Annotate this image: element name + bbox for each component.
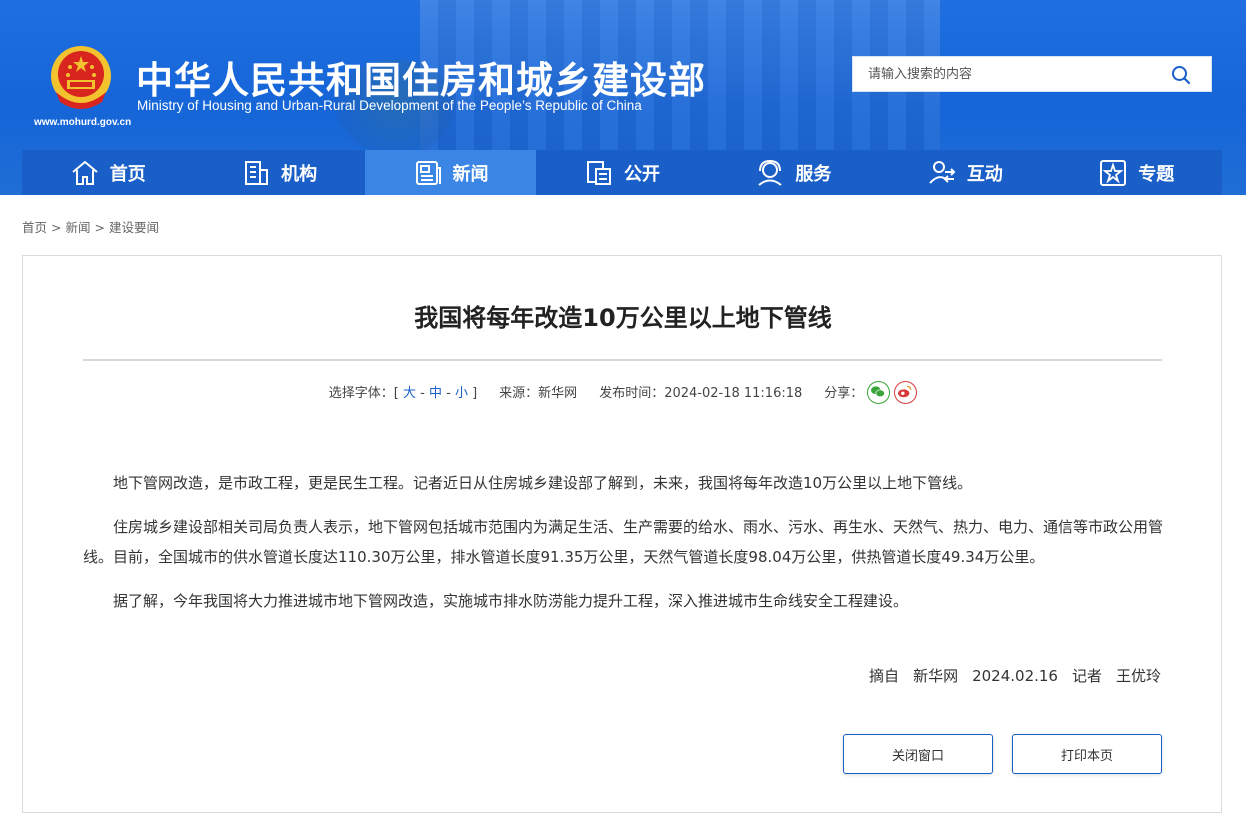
main-nav: 首页 机构 新闻 公开 服务 互动 专题 bbox=[22, 150, 1222, 195]
search-input[interactable] bbox=[853, 57, 1163, 91]
article-meta: 选择字体：[ 大 - 中 - 小 ] 来源：新华网 发布时间：2024-02-18 … bbox=[23, 381, 1223, 405]
article-source-line: 摘自 新华网 2024.02.16 记者 王优玲 bbox=[855, 665, 1161, 686]
nav-item-label: 互动 bbox=[966, 163, 1003, 185]
weibo-icon[interactable] bbox=[894, 381, 918, 404]
nav-item-interact[interactable]: 互动 bbox=[879, 150, 1050, 195]
nav-item-label: 新闻 bbox=[452, 163, 489, 185]
font-size-dash: - bbox=[420, 386, 425, 401]
building-icon bbox=[245, 160, 269, 185]
site-url: www.mohurd.gov.cn bbox=[34, 117, 132, 128]
wechat-icon[interactable] bbox=[867, 381, 891, 404]
article-publish-time: 发布时间：2024-02-18 11:16:18 bbox=[599, 386, 803, 401]
article-source: 来源：新华网 bbox=[499, 386, 578, 401]
nav-item-public[interactable]: 公开 bbox=[536, 150, 707, 195]
breadcrumb-news[interactable]: 新闻 bbox=[66, 220, 91, 235]
nav-item-label: 首页 bbox=[109, 163, 146, 185]
nav-item-service[interactable]: 服务 bbox=[708, 150, 879, 195]
font-size-close: ] bbox=[472, 386, 478, 401]
document-icon bbox=[586, 160, 611, 185]
breadcrumb-current[interactable]: 建设要闻 bbox=[109, 220, 159, 235]
news-icon bbox=[415, 160, 441, 185]
article-title: 我国将每年改造10万公里以上地下管线 bbox=[414, 304, 832, 332]
nav-item-label: 服务 bbox=[795, 163, 832, 185]
nav-item-topics[interactable]: 专题 bbox=[1051, 150, 1222, 195]
nav-item-label: 专题 bbox=[1138, 163, 1175, 185]
font-size-dash: - bbox=[446, 386, 451, 401]
title-divider bbox=[83, 359, 1162, 361]
print-page-button[interactable]: 打印本页 bbox=[1012, 734, 1162, 774]
search-box bbox=[852, 56, 1212, 92]
reporter-name: 王优玲 bbox=[1115, 667, 1161, 685]
national-emblem-icon bbox=[51, 46, 111, 109]
font-size-large[interactable]: 大 bbox=[403, 386, 416, 401]
breadcrumb: 首页 > 新闻 > 建设要闻 bbox=[22, 217, 159, 236]
article-paragraph: 据了解，今年我国将大力推进城市地下管网改造，实施城市排水防涝能力提升工程，深入推… bbox=[113, 592, 909, 610]
reporter-label: 记者 bbox=[1071, 667, 1102, 685]
nav-item-home[interactable]: 首页 bbox=[22, 150, 193, 195]
nav-item-label: 机构 bbox=[281, 163, 318, 185]
nav-item-label: 公开 bbox=[623, 163, 660, 185]
article-paragraph: 住房城乡建设部相关司局负责人表示，地下管网包括城市范围内为满足生活、生产需要的给… bbox=[83, 518, 1164, 566]
breadcrumb-separator: > bbox=[51, 220, 62, 235]
source-date: 2024.02.16 bbox=[972, 667, 1058, 685]
search-icon[interactable] bbox=[1171, 65, 1191, 85]
interact-icon bbox=[929, 160, 956, 184]
article-body: 地下管网改造，是市政工程，更是民生工程。记者近日从住房城乡建设部了解到，未来，我… bbox=[83, 468, 1163, 630]
site-title-en: Ministry of Housing and Urban-Rural Deve… bbox=[137, 98, 642, 113]
nav-item-organization[interactable]: 机构 bbox=[193, 150, 364, 195]
breadcrumb-home[interactable]: 首页 bbox=[22, 220, 47, 235]
nav-item-news[interactable]: 新闻 bbox=[364, 150, 537, 195]
font-size-medium[interactable]: 中 bbox=[429, 386, 442, 401]
font-size-small[interactable]: 小 bbox=[455, 386, 468, 401]
service-icon bbox=[758, 159, 783, 186]
source-excerpt-label: 摘自 bbox=[869, 667, 900, 685]
breadcrumb-separator: > bbox=[94, 220, 105, 235]
site-title-cn: 中华人民共和国住房和城乡建设部 bbox=[136, 59, 706, 102]
font-size-selector: 选择字体：[ 大 - 中 - 小 ] bbox=[329, 386, 477, 401]
article-panel: 我国将每年改造10万公里以上地下管线 选择字体：[ 大 - 中 - 小 ] 来源：… bbox=[22, 255, 1222, 813]
source-outlet: 新华网 bbox=[913, 667, 959, 685]
star-icon bbox=[1100, 159, 1127, 186]
share-label: 分享： bbox=[824, 386, 864, 401]
font-size-label: 选择字体：[ bbox=[328, 386, 399, 401]
article-paragraph: 地下管网改造，是市政工程，更是民生工程。记者近日从住房城乡建设部了解到，未来，我… bbox=[113, 474, 973, 492]
close-window-button[interactable]: 关闭窗口 bbox=[843, 734, 993, 774]
home-icon bbox=[72, 160, 98, 185]
